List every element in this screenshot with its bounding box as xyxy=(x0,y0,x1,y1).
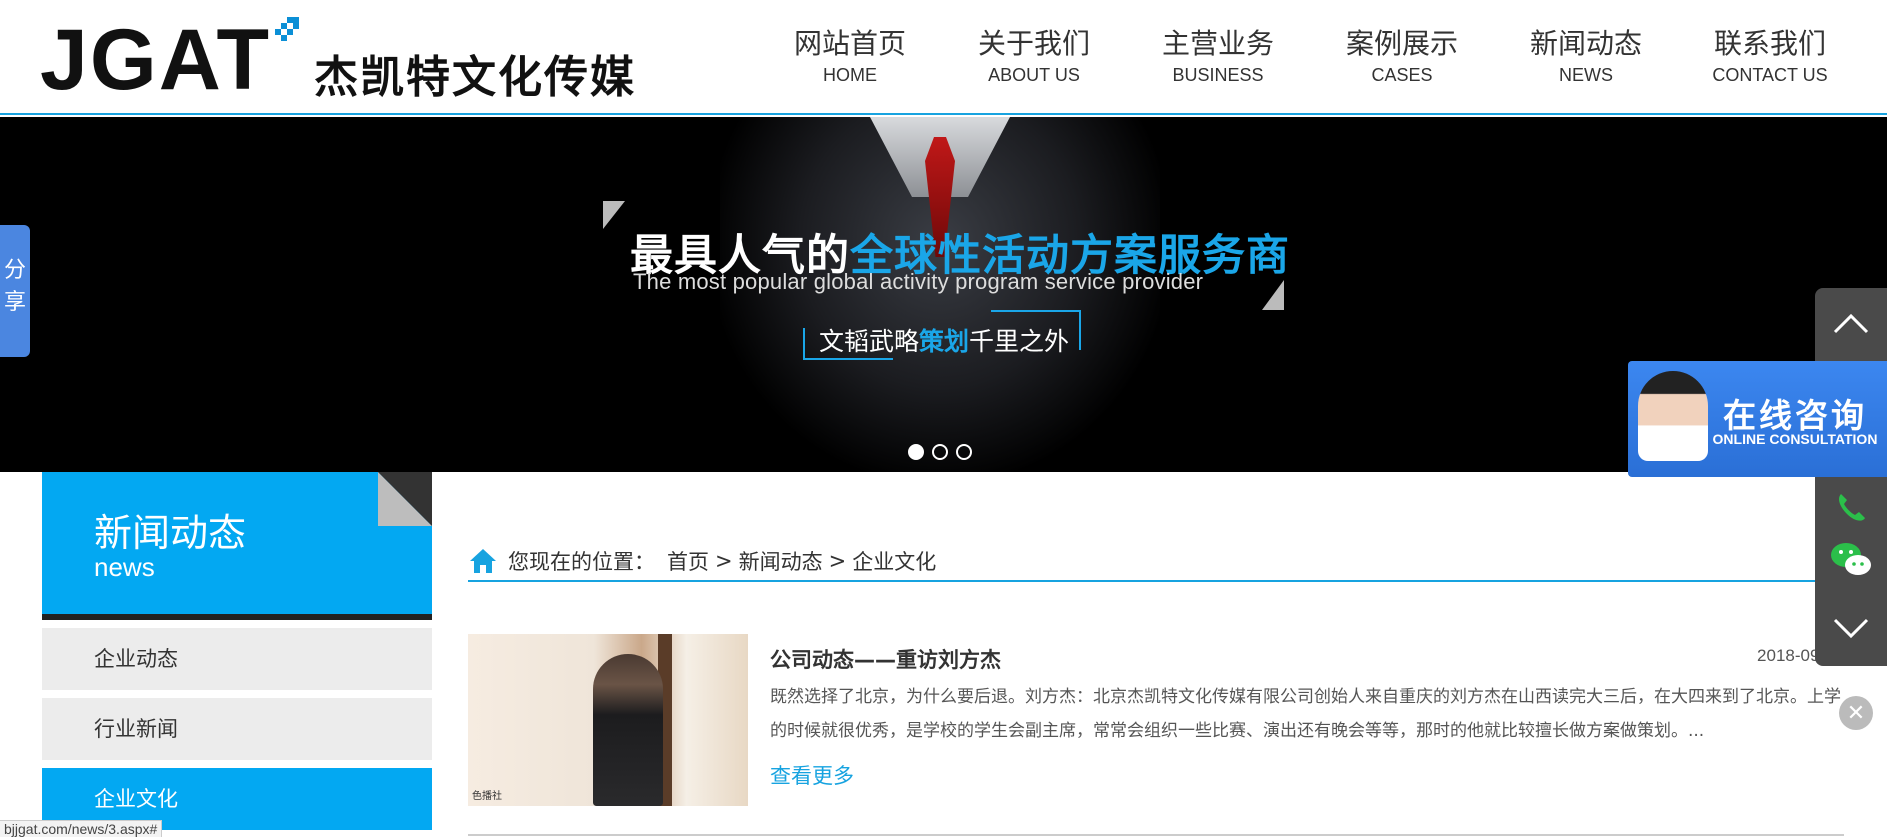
article-divider xyxy=(468,834,1844,836)
breadcrumb-separator: > xyxy=(828,549,847,573)
nav-label-cn: 网站首页 xyxy=(793,27,906,60)
news-article-item: 色播社 公司动态——重访刘方杰 2018-09-30 既然选择了北京，为什么要后… xyxy=(468,634,1844,809)
slogan-part-a: 文韬武略 xyxy=(819,327,920,356)
logo-mark: JGAT xyxy=(40,13,300,103)
nav-label-cn: 主营业务 xyxy=(1161,27,1274,60)
phone-icon xyxy=(1839,494,1865,521)
banner-slogan: 文韬武略策划千里之外 xyxy=(819,322,1069,358)
carousel-dot-3[interactable] xyxy=(956,444,972,460)
logo-letters: JGAT xyxy=(40,12,271,108)
carousel-dot-1[interactable] xyxy=(908,444,924,460)
read-more-link[interactable]: 查看更多 xyxy=(770,760,854,790)
scroll-down-button[interactable] xyxy=(1815,598,1887,658)
sidebar-title: 新闻动态 xyxy=(94,511,247,555)
carousel-dots xyxy=(908,444,972,460)
nav-label-en: ABOUT US xyxy=(988,65,1080,85)
consult-label-en: ONLINE CONSULTATION xyxy=(1712,431,1878,447)
logo-pixel-dots xyxy=(275,17,299,41)
share-label-1: 分 xyxy=(3,258,26,283)
chevron-down-icon xyxy=(1833,618,1869,639)
slogan-highlight: 策划 xyxy=(919,327,970,356)
logo-company-name: 杰凯特文化传媒 xyxy=(314,52,636,103)
sidebar-item-industry-news[interactable]: 行业新闻 xyxy=(42,698,432,760)
nav-label-en: HOME xyxy=(823,65,877,85)
nav-item-cases[interactable]: 案例展示 CASES xyxy=(1310,26,1494,96)
breadcrumb-home-link[interactable]: 首页 xyxy=(667,546,709,576)
nav-item-news[interactable]: 新闻动态 NEWS xyxy=(1494,26,1678,96)
sidebar-corner-decoration xyxy=(378,472,432,526)
nav-label-cn: 联系我们 xyxy=(1713,27,1826,60)
nav-label-cn: 关于我们 xyxy=(977,27,1090,60)
phone-button[interactable] xyxy=(1815,478,1887,538)
breadcrumb: 您现在的位置： 首页 > 新闻动态 > 企业文化 xyxy=(468,542,1844,582)
share-tab[interactable]: 分 享 xyxy=(0,225,30,357)
thumbnail-caption: 色播社 xyxy=(472,791,502,802)
banner-corner-decoration xyxy=(603,201,625,229)
nav-item-home[interactable]: 网站首页 HOME xyxy=(758,26,942,96)
consult-label-cn: 在线咨询 xyxy=(1723,396,1867,435)
wechat-button[interactable] xyxy=(1815,530,1887,590)
article-summary: 既然选择了北京，为什么要后退。刘方杰：北京杰凯特文化传媒有限公司创始人来自重庆的… xyxy=(770,687,1841,741)
main-nav: 网站首页 HOME 关于我们 ABOUT US 主营业务 BUSINESS 案例… xyxy=(758,26,1862,96)
floating-toolbar xyxy=(1815,288,1887,666)
breadcrumb-current[interactable]: 企业文化 xyxy=(852,546,936,576)
customer-service-avatar xyxy=(1638,371,1708,461)
nav-item-business[interactable]: 主营业务 BUSINESS xyxy=(1126,26,1310,96)
chevron-up-icon xyxy=(1833,313,1869,334)
sidebar-header: 新闻动态 news xyxy=(42,472,432,620)
nav-label-en: CASES xyxy=(1371,65,1433,85)
scroll-up-button[interactable] xyxy=(1815,294,1887,354)
thumbnail-person xyxy=(593,654,663,806)
site-logo[interactable]: JGAT 杰凯特文化传媒 xyxy=(40,8,636,108)
breadcrumb-prefix: 您现在的位置： xyxy=(508,550,655,574)
share-label-2: 享 xyxy=(3,290,26,315)
nav-label-cn: 案例展示 xyxy=(1345,27,1458,60)
sidebar-item-company-news[interactable]: 企业动态 xyxy=(42,628,432,690)
breadcrumb-section-link[interactable]: 新闻动态 xyxy=(739,546,823,576)
banner-slogan-frame: 文韬武略策划千里之外 xyxy=(803,310,1081,360)
hero-banner[interactable]: 最具人气的全球性活动方案服务商 The most popular global … xyxy=(0,117,1887,472)
site-header: JGAT 杰凯特文化传媒 网站首页 HOME 关于我们 ABOUT US 主营业… xyxy=(0,0,1887,115)
nav-label-cn: 新闻动态 xyxy=(1529,27,1642,60)
main-content: 您现在的位置： 首页 > 新闻动态 > 企业文化 色播社 公司动态——重访刘方杰… xyxy=(468,472,1844,837)
close-icon[interactable]: ✕ xyxy=(1839,696,1873,730)
nav-label-en: NEWS xyxy=(1559,65,1613,85)
status-bar-url: bjjgat.com/news/3.aspx# xyxy=(0,820,163,837)
nav-label-en: BUSINESS xyxy=(1172,65,1264,85)
sidebar-subtitle: news xyxy=(94,552,155,582)
online-consultation-button[interactable]: 在线咨询 ONLINE CONSULTATION xyxy=(1628,361,1887,477)
banner-corner-decoration xyxy=(1262,280,1284,310)
news-sidebar: 新闻动态 news 企业动态 行业新闻 企业文化 xyxy=(42,472,432,837)
article-title[interactable]: 公司动态——重访刘方杰 xyxy=(770,644,1001,674)
carousel-dot-2[interactable] xyxy=(932,444,948,460)
slogan-part-b: 千里之外 xyxy=(969,327,1070,356)
wechat-icon xyxy=(1831,543,1871,575)
nav-item-about[interactable]: 关于我们 ABOUT US xyxy=(942,26,1126,96)
article-thumbnail[interactable]: 色播社 xyxy=(468,634,748,806)
nav-item-contact[interactable]: 联系我们 CONTACT US xyxy=(1678,26,1862,96)
home-icon xyxy=(468,546,498,576)
banner-subtitle: The most popular global activity program… xyxy=(633,269,1204,294)
breadcrumb-separator: > xyxy=(715,549,733,573)
nav-label-en: CONTACT US xyxy=(1712,65,1828,85)
